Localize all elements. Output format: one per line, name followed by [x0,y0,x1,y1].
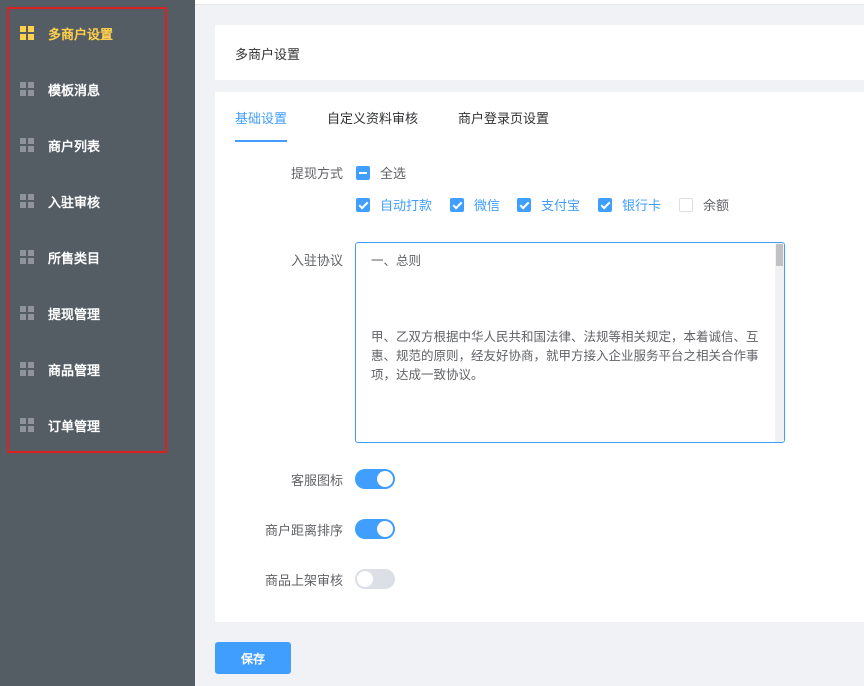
sidebar-item-entry-review[interactable]: 入驻审核 [20,189,100,213]
wechat-checkbox[interactable]: 微信 [450,195,500,214]
checkbox-box [517,197,531,212]
checkbox-box [356,165,370,180]
grid-icon [20,82,34,96]
balance-checkbox[interactable]: 余额 [679,195,729,214]
checkbox-box [356,197,370,212]
checkbox-label: 全选 [380,167,407,182]
distance-sort-switch[interactable] [355,519,395,539]
tab-bar: 基础设置 自定义资料审核 商户登录页设置 [235,110,589,142]
page-title: 多商户设置 [235,48,301,63]
save-button[interactable]: 保存 [215,642,291,674]
sidebar-item-label: 多商户设置 [48,27,114,43]
tab-login-page-settings[interactable]: 商户登录页设置 [458,110,549,142]
goods-review-label: 商品上架审核 [264,574,343,589]
sidebar-item-label: 商户列表 [48,139,101,155]
checkbox-label: 银行卡 [622,199,662,214]
select-all-checkbox[interactable]: 全选 [356,163,406,182]
sidebar: 多商户设置 模板消息 商户列表 入驻审核 所售类目 提现管理 商品管理 订单管理 [0,0,195,686]
sidebar-item-label: 入驻审核 [48,195,101,211]
auto-payout-checkbox[interactable]: 自动打款 [356,195,432,214]
page-header-card: 多商户设置 [215,25,864,80]
checkbox-box [450,197,464,212]
agreement-text: 一、总则 甲、乙双方根据中华人民共和国法律、法规等相关规定，本着诚信、互惠、规范… [371,253,759,382]
tab-custom-review[interactable]: 自定义资料审核 [327,110,418,142]
grid-icon [20,418,34,432]
service-icon-switch[interactable] [355,469,395,489]
grid-icon [20,194,34,208]
agreement-label: 入驻协议 [290,254,343,269]
goods-review-switch[interactable] [355,569,395,589]
sidebar-item-label: 商品管理 [48,363,101,379]
grid-icon [20,362,34,376]
sidebar-item-label: 提现管理 [48,307,101,323]
grid-icon [20,138,34,152]
bank-card-checkbox[interactable]: 银行卡 [598,195,661,214]
scrollbar-thumb[interactable] [776,244,783,266]
checkbox-box [598,197,612,212]
sidebar-item-label: 所售类目 [48,251,101,267]
sidebar-item-label: 模板消息 [48,83,101,99]
sidebar-item-goods-management[interactable]: 商品管理 [20,357,100,381]
textarea-scrollbar[interactable] [775,243,784,442]
settings-card: 基础设置 自定义资料审核 商户登录页设置 提现方式 全选 自动打款 微信 支付宝… [215,92,864,622]
checkbox-label: 微信 [474,199,501,214]
grid-icon [20,26,34,40]
main-content: 多商户设置 基础设置 自定义资料审核 商户登录页设置 提现方式 全选 自动打款 … [195,0,864,686]
checkbox-label: 余额 [703,199,730,214]
sidebar-item-multi-merchant-settings[interactable]: 多商户设置 [20,21,113,45]
sidebar-item-order-management[interactable]: 订单管理 [20,413,100,437]
sidebar-item-merchant-list[interactable]: 商户列表 [20,133,100,157]
service-icon-label: 客服图标 [290,474,343,489]
sidebar-item-withdraw-management[interactable]: 提现管理 [20,301,100,325]
distance-sort-label: 商户距离排序 [264,524,343,539]
sidebar-item-label: 订单管理 [48,419,101,435]
top-bar [195,0,864,5]
checkbox-label: 自动打款 [380,199,433,214]
agreement-textarea[interactable]: 一、总则 甲、乙双方根据中华人民共和国法律、法规等相关规定，本着诚信、互惠、规范… [355,242,785,443]
withdraw-method-label: 提现方式 [290,167,343,182]
grid-icon [20,306,34,320]
checkbox-label: 支付宝 [541,199,581,214]
sidebar-item-template-messages[interactable]: 模板消息 [20,77,100,101]
sidebar-highlight-box [7,7,167,453]
grid-icon [20,250,34,264]
tab-basic-settings[interactable]: 基础设置 [235,110,288,142]
checkbox-box [679,197,693,212]
sidebar-item-sales-categories[interactable]: 所售类目 [20,245,100,269]
alipay-checkbox[interactable]: 支付宝 [517,195,580,214]
